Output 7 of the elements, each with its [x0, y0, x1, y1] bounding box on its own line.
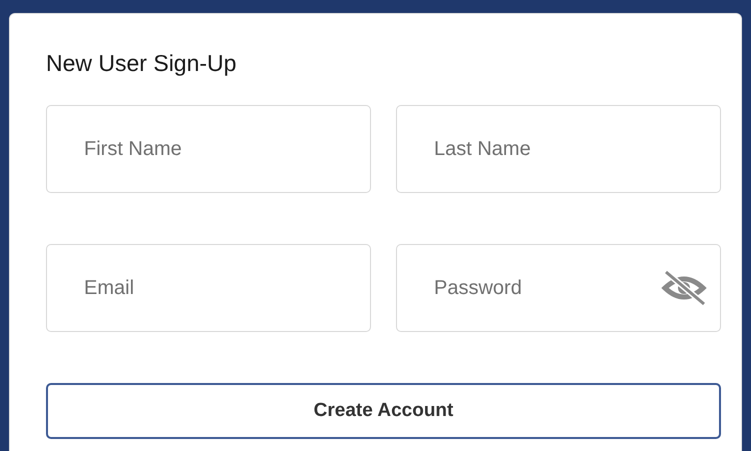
- eye-slash-icon[interactable]: [661, 270, 707, 306]
- password-field[interactable]: Password: [396, 244, 721, 332]
- create-account-button[interactable]: Create Account: [46, 383, 721, 439]
- input-field[interactable]: First Name: [46, 105, 371, 193]
- input-field[interactable]: Last Name: [396, 105, 721, 193]
- input-field[interactable]: Email: [46, 244, 371, 332]
- form-title: New User Sign-Up: [46, 49, 238, 78]
